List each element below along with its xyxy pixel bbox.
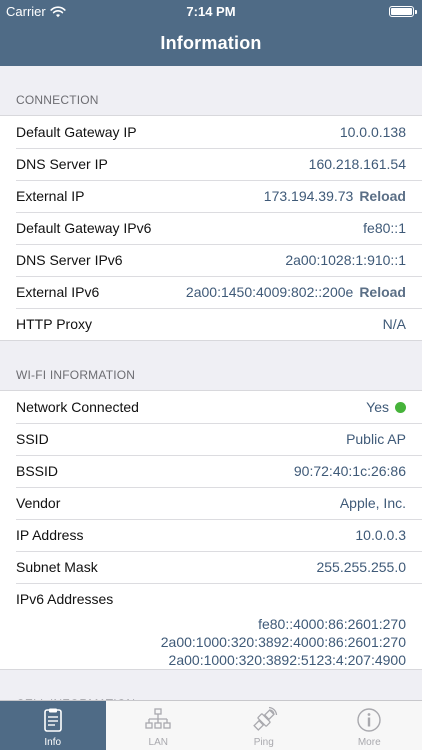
- section-header-connection: CONNECTION: [0, 66, 422, 116]
- tab-more[interactable]: More: [317, 701, 422, 750]
- row-ip-address[interactable]: IP Address 10.0.0.3: [0, 519, 422, 551]
- row-value: 173.194.39.73: [263, 188, 354, 204]
- ipv6-address: fe80::4000:86:2601:270: [258, 616, 406, 632]
- row-value-group: Yes: [366, 399, 406, 415]
- tab-lan[interactable]: LAN: [106, 701, 212, 750]
- tab-label: LAN: [148, 737, 168, 748]
- row-value: 10.0.0.3: [355, 527, 406, 543]
- row-value: Yes: [366, 399, 389, 415]
- tab-bar: Info LAN Ping More: [0, 700, 422, 750]
- row-value: 90:72:40:1c:26:86: [293, 463, 406, 479]
- page-title: Information: [160, 33, 262, 53]
- row-label: Network Connected: [16, 399, 139, 415]
- top-bar: Carrier 7:14 PM Information: [0, 0, 422, 66]
- info-circle-icon: [357, 708, 381, 732]
- status-time: 7:14 PM: [186, 4, 236, 19]
- row-http-proxy[interactable]: HTTP Proxy N/A: [0, 308, 422, 340]
- status-bar: Carrier 7:14 PM: [0, 0, 422, 22]
- row-ipv6-addresses[interactable]: IPv6 Addresses fe80::4000:86:2601:270 2a…: [0, 583, 422, 669]
- tab-label: More: [357, 737, 381, 748]
- wifi-list: Network Connected Yes SSID Public AP BSS…: [0, 391, 422, 670]
- row-label: HTTP Proxy: [16, 316, 92, 332]
- ipv6-address: 2a00:1000:320:3892:4000:86:2601:270: [160, 634, 406, 650]
- battery-icon: [389, 6, 417, 17]
- section-header-cell: CELL INFORMATION: [0, 670, 422, 700]
- connected-status-dot-icon: [395, 401, 406, 413]
- row-value: fe80::1: [363, 220, 406, 236]
- section-header-wifi: WI-FI INFORMATION: [0, 341, 422, 391]
- row-label: Subnet Mask: [16, 559, 98, 575]
- row-value: 10.0.0.138: [339, 124, 406, 140]
- row-dns-server-ipv6[interactable]: DNS Server IPv6 2a00:1028:1:910::1: [0, 244, 422, 276]
- row-label: DNS Server IP: [16, 156, 108, 172]
- row-subnet-mask[interactable]: Subnet Mask 255.255.255.0: [0, 551, 422, 583]
- network-tree-icon: [145, 708, 171, 729]
- row-label: IP Address: [16, 527, 84, 543]
- tab-info[interactable]: Info: [0, 701, 106, 750]
- ipv6-address: 2a00:1000:320:3892:5123:4:207:4900: [168, 652, 406, 668]
- row-label: External IPv6: [16, 284, 100, 300]
- connection-list: Default Gateway IP 10.0.0.138 DNS Server…: [0, 116, 422, 341]
- row-value: 2a00:1450:4009:802::200e: [185, 284, 354, 300]
- row-value: Apple, Inc.: [339, 495, 406, 511]
- tab-ping[interactable]: Ping: [211, 701, 317, 750]
- row-default-gateway-ip[interactable]: Default Gateway IP 10.0.0.138: [0, 116, 422, 148]
- tab-label: Info: [44, 737, 62, 748]
- row-value: Public AP: [346, 431, 406, 447]
- row-label: SSID: [16, 431, 49, 447]
- row-label: Default Gateway IPv6: [16, 220, 152, 236]
- row-label: Vendor: [16, 495, 61, 511]
- row-label: BSSID: [16, 463, 59, 479]
- row-label: DNS Server IPv6: [16, 252, 123, 268]
- row-vendor[interactable]: Vendor Apple, Inc.: [0, 487, 422, 519]
- ipv6-address-list: fe80::4000:86:2601:270 2a00:1000:320:389…: [16, 615, 406, 669]
- info-scroll-content[interactable]: CONNECTION Default Gateway IP 10.0.0.138…: [0, 66, 422, 700]
- row-network-connected[interactable]: Network Connected Yes: [0, 391, 422, 423]
- row-label: Default Gateway IP: [16, 124, 137, 140]
- row-value: 2a00:1028:1:910::1: [285, 252, 406, 268]
- row-external-ip[interactable]: External IP 173.194.39.73 Reload: [0, 180, 422, 212]
- row-default-gateway-ipv6[interactable]: Default Gateway IPv6 fe80::1: [0, 212, 422, 244]
- row-value: N/A: [382, 316, 406, 332]
- row-value: 160.218.161.54: [308, 156, 406, 172]
- row-bssid[interactable]: BSSID 90:72:40:1c:26:86: [0, 455, 422, 487]
- tab-label: Ping: [253, 737, 274, 748]
- row-label: IPv6 Addresses: [16, 591, 114, 607]
- row-ssid[interactable]: SSID Public AP: [0, 423, 422, 455]
- reload-external-ipv6-button[interactable]: Reload: [359, 284, 406, 300]
- screen: Carrier 7:14 PM Information CONNECTION D…: [0, 0, 422, 750]
- clipboard-icon: [43, 708, 62, 732]
- row-value-group: 173.194.39.73 Reload: [264, 188, 406, 204]
- satellite-icon: [252, 706, 277, 731]
- reload-external-ip-button[interactable]: Reload: [359, 188, 406, 204]
- row-dns-server-ip[interactable]: DNS Server IP 160.218.161.54: [0, 148, 422, 180]
- row-value-group: 2a00:1450:4009:802::200e Reload: [186, 284, 406, 300]
- row-value: 255.255.255.0: [316, 559, 406, 575]
- row-external-ipv6[interactable]: External IPv6 2a00:1450:4009:802::200e R…: [0, 276, 422, 308]
- row-label: External IP: [16, 188, 85, 204]
